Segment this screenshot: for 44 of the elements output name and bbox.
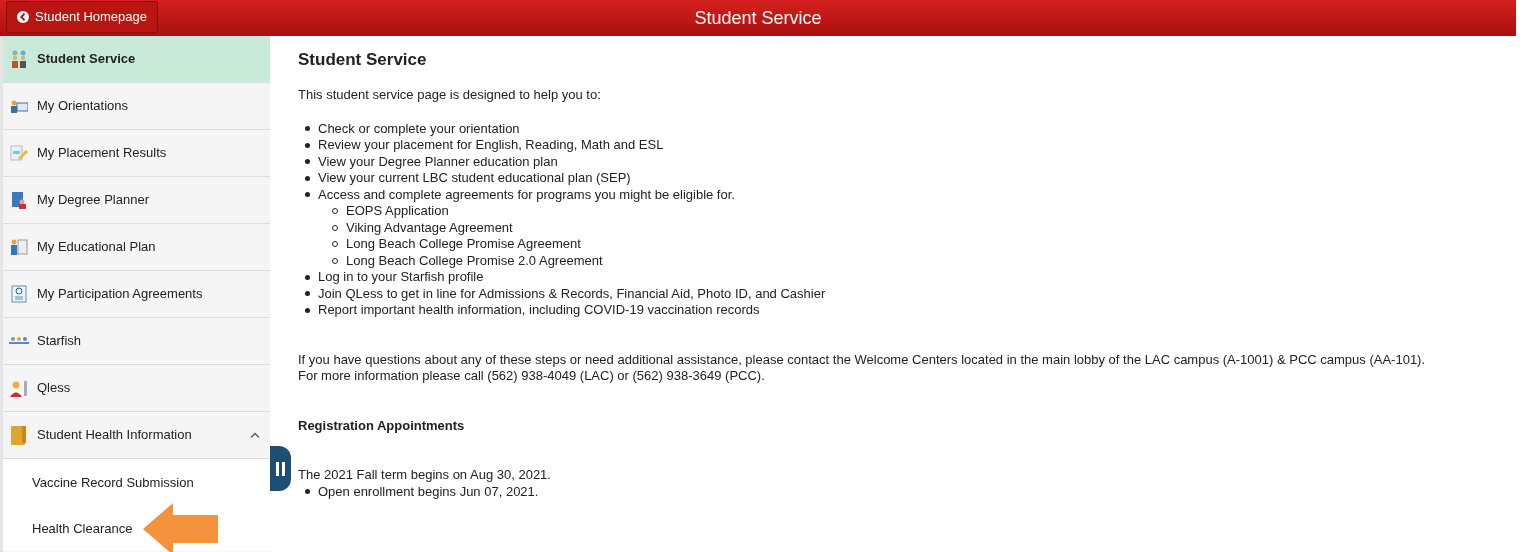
list-item-text: Log in to your Starfish profile [318,269,484,286]
bullet-icon [305,142,310,148]
list-item-text: Viking Advantage Agreement [346,219,513,236]
page-title: Student Service [694,6,822,30]
list-item-text: Report important health information, including COVID-19 vaccination records [318,302,760,319]
collapse-handle[interactable] [270,446,291,491]
bullet-icon [305,307,310,313]
intro-text: This student service page is designed to help you to: [298,87,602,104]
document-pencil-icon [10,145,28,161]
contact-text: If you have questions about any of these steps or need additional assistance, please contact the Welcome Centers located in the main lobby of the LAC campus (A-1001) & PCC campus (AA-101). [298,351,1426,368]
people-icon [10,50,28,68]
group-icon [9,336,29,346]
list-item-text: Long Beach College Promise 2.0 Agreement [346,252,603,269]
bullet-icon [305,291,310,297]
contact-text: For more information please call (562) 938-4049 (LAC) or (562) 938-3649 (PCC). [298,368,766,385]
list-item-text: Access and complete agreements for programs you might be eligible for. [318,186,735,203]
list-item-text: EOPS Application [346,203,449,220]
caret-up-icon [250,432,260,438]
content-heading: Student Service [298,50,428,70]
bullet-icon [305,175,310,181]
bullet-icon [305,274,310,280]
term-text: The 2021 Fall term begins on Aug 30, 2021. [298,467,552,484]
person-queue-icon [10,379,28,397]
sidebar-subitem[interactable]: Vaccine Record Submission [3,459,270,506]
person-document-icon [10,239,28,255]
certificate-icon [11,285,27,303]
list-item-text: View your Degree Planner education plan [318,153,558,170]
bullet-icon [305,192,310,198]
back-icon [17,11,29,23]
bullet-icon [305,159,310,165]
document-person-icon [11,191,27,209]
presentation-icon [10,99,28,113]
back-button[interactable]: Student Homepage [6,1,159,33]
list-item-text: Review your placement for English, Reading, Math and ESL [318,137,664,154]
list-item-text: Long Beach College Promise Agreement [346,236,581,253]
bullet-icon [305,126,310,132]
list-item-text: Check or complete your orientation [318,120,520,137]
bullet-icon [305,489,310,495]
sidebar-item[interactable]: Student Service [3,36,270,83]
list-item-text: View your current LBC student educational plan (SEP) [318,170,631,187]
list-item-text: Join QLess to get in line for Admissions & Records, Financial Aid, Photo ID, and Cashier [318,285,826,302]
section-heading: Registration Appointments [298,417,466,434]
folder-icon [11,425,27,445]
list-item-text: Open enrollment begins Jun 07, 2021. [318,483,539,500]
